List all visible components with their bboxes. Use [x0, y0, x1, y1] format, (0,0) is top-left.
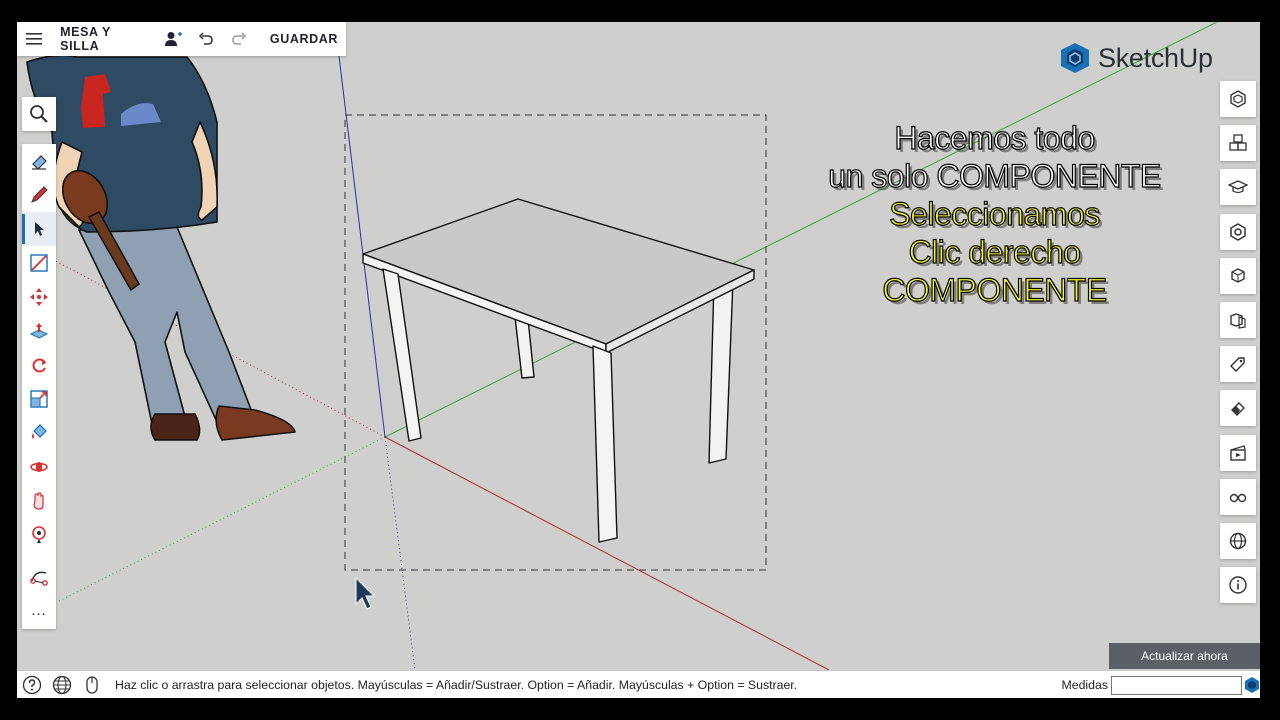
pencil-icon[interactable]: [22, 178, 56, 212]
components-icon[interactable]: [1220, 125, 1256, 162]
styles-icon[interactable]: [1220, 301, 1256, 338]
redo-icon[interactable]: [223, 22, 256, 56]
push-pull-icon[interactable]: [22, 314, 56, 348]
left-toolbar: …: [22, 144, 56, 629]
table-leg-front-center: [592, 345, 618, 543]
search-tool-group: [22, 97, 56, 131]
sketchup-app: MESA Y SILLA GUARDAR … SketchUp Hacemos …: [17, 22, 1260, 698]
table-leg-back-right: [708, 279, 734, 464]
sketchup-logo-icon: [1061, 43, 1089, 73]
display-icon[interactable]: [1220, 478, 1256, 515]
info-icon[interactable]: [1220, 567, 1256, 604]
person-legs: [78, 226, 256, 425]
table-model: [362, 198, 755, 543]
mouse-icon[interactable]: [77, 671, 107, 699]
position-camera-icon[interactable]: [22, 518, 56, 552]
tape-measure-icon[interactable]: [22, 560, 56, 594]
update-now-button[interactable]: Actualizar ahora: [1109, 643, 1260, 669]
table-leg-back-left: [514, 316, 535, 379]
select-arrow-icon[interactable]: [22, 212, 56, 246]
outliner-icon[interactable]: [1220, 257, 1256, 294]
move-icon[interactable]: [22, 280, 56, 314]
scenes-icon[interactable]: [1220, 434, 1256, 471]
table-top-surface: [362, 198, 755, 345]
shadows-icon[interactable]: [1220, 522, 1256, 559]
person-left-shoe: [150, 413, 201, 441]
right-panel-toolbar: [1220, 81, 1258, 611]
undo-icon[interactable]: [190, 22, 223, 56]
paint-bucket-icon[interactable]: [22, 416, 56, 450]
help-icon[interactable]: [17, 671, 47, 699]
add-user-icon[interactable]: [156, 22, 189, 56]
caption-line-3: Seleccionamos: [889, 195, 1101, 232]
eraser-panel-icon[interactable]: [1220, 390, 1256, 427]
rotate-icon[interactable]: [22, 348, 56, 382]
measurements-input[interactable]: [1111, 676, 1242, 695]
mouse-cursor: [355, 576, 376, 610]
sketchup-logo-text: SketchUp: [1098, 42, 1213, 73]
materials-icon[interactable]: [1220, 213, 1256, 250]
more-tools-button[interactable]: …: [22, 594, 56, 628]
hamburger-menu-icon[interactable]: [17, 22, 50, 56]
top-bar: MESA Y SILLA GUARDAR: [17, 22, 346, 56]
status-bar: Haz clic o arrastra para seleccionar obj…: [17, 670, 1260, 698]
caption-line-4: Clic derecho: [908, 233, 1082, 270]
scale-icon[interactable]: [22, 382, 56, 416]
model-title[interactable]: MESA Y SILLA: [50, 22, 156, 56]
table-leg-front-left: [382, 268, 422, 442]
scale-figure-person: [26, 54, 296, 441]
person-right-shoe: [215, 405, 296, 441]
sketchup-small-logo-icon: [1244, 676, 1260, 698]
globe-icon[interactable]: [47, 671, 77, 699]
orbit-icon[interactable]: [22, 450, 56, 484]
caption-line-1: Hacemos todo: [894, 119, 1096, 156]
z-axis-line: [338, 55, 386, 438]
search-icon[interactable]: [22, 97, 56, 131]
instructor-icon[interactable]: [1220, 169, 1256, 206]
caption-line-2: un solo COMPONENTE: [828, 157, 1162, 194]
video-caption-overlay: Hacemos todo un solo COMPONENTE Seleccio…: [777, 119, 1212, 309]
z-axis-dotted: [384, 436, 416, 670]
caption-line-5: COMPONENTE: [882, 271, 1108, 308]
y-axis-dotted: [56, 436, 386, 603]
tags-icon[interactable]: [1220, 346, 1256, 383]
pan-icon[interactable]: [22, 484, 56, 518]
status-message: Haz clic o arrastra para seleccionar obj…: [115, 677, 798, 692]
save-button[interactable]: GUARDAR: [262, 22, 346, 56]
entity-info-icon[interactable]: [1220, 81, 1256, 117]
line-icon[interactable]: [22, 246, 56, 280]
measurements-label: Medidas: [1061, 678, 1108, 692]
sketchup-logo: SketchUp: [1060, 42, 1213, 74]
eraser-icon[interactable]: [22, 144, 56, 178]
